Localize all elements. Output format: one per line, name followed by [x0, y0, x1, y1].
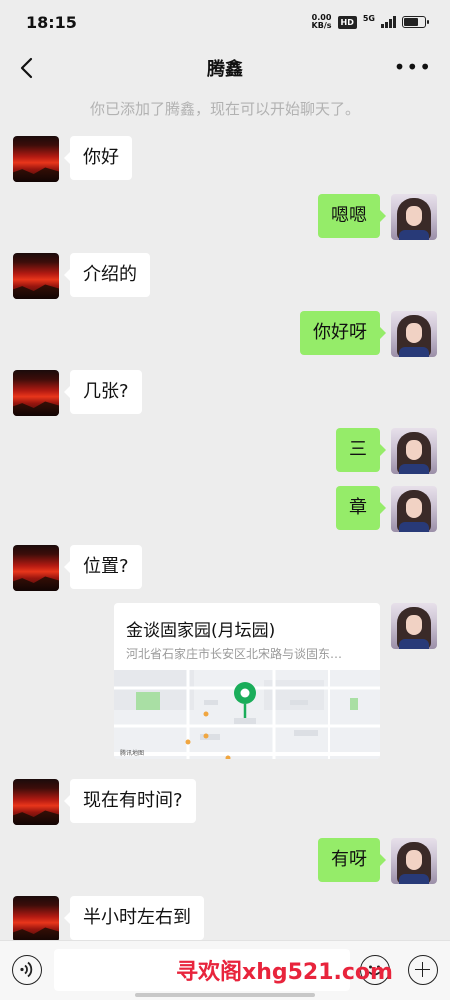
message-bubble[interactable]: 半小时左右到	[64, 896, 204, 940]
map-credit: 腾讯地图	[120, 750, 145, 757]
chat-title: 腾鑫	[207, 59, 243, 80]
my-avatar[interactable]	[391, 194, 437, 240]
more-options-button[interactable]: •••	[394, 57, 432, 77]
my-avatar[interactable]	[391, 428, 437, 474]
message-row: 你好呀	[300, 311, 437, 357]
my-avatar[interactable]	[391, 486, 437, 532]
network-type: 5G	[362, 13, 375, 23]
message-bubble[interactable]: 章	[336, 486, 386, 530]
contact-avatar[interactable]	[13, 136, 59, 182]
system-notice: 你已添加了腾鑫，现在可以开始聊天了。	[89, 100, 360, 118]
message-row: 几张?	[13, 370, 142, 416]
location-address: 河北省石家庄市长安区北宋路与谈固东…	[126, 647, 343, 661]
message-bubble[interactable]: 三	[336, 428, 386, 472]
location-name: 金谈固家园(月坛园)	[126, 621, 276, 641]
chat-header: 腾鑫 •••	[0, 44, 450, 92]
my-avatar[interactable]	[391, 311, 437, 357]
message-bubble[interactable]: 几张?	[64, 370, 142, 414]
message-row: 介绍的	[13, 253, 150, 299]
status-icons: 0.00 KB/s HD 5G	[311, 13, 429, 30]
message-bubble[interactable]: 位置?	[64, 545, 142, 589]
message-row: 三	[336, 428, 437, 474]
home-indicator[interactable]	[135, 993, 315, 997]
voice-button[interactable]	[12, 955, 42, 985]
plus-button[interactable]	[408, 955, 438, 985]
message-bubble[interactable]: 你好	[64, 136, 132, 180]
message-bubble[interactable]: 介绍的	[64, 253, 150, 297]
map-image	[114, 670, 380, 759]
message-row: 半小时左右到	[13, 896, 204, 942]
message-bubble[interactable]: 现在有时间?	[64, 779, 196, 823]
message-row: 嗯嗯	[318, 194, 437, 240]
message-bubble[interactable]: 嗯嗯	[318, 194, 386, 238]
battery-icon	[402, 16, 429, 28]
net-speed: 0.00 KB/s	[311, 13, 332, 30]
my-avatar[interactable]	[391, 603, 437, 649]
message-row: 章	[336, 486, 437, 532]
location-card[interactable]: 金谈固家园(月坛园) 河北省石家庄市长安区北宋路与谈固东… 腾讯地图	[114, 603, 380, 759]
message-row: 金谈固家园(月坛园) 河北省石家庄市长安区北宋路与谈固东… 腾讯地图	[114, 603, 437, 759]
my-avatar[interactable]	[391, 838, 437, 884]
contact-avatar[interactable]	[13, 253, 59, 299]
message-row: 你好	[13, 136, 132, 182]
message-row: 位置?	[13, 545, 142, 591]
status-bar: 18:15 0.00 KB/s HD 5G	[0, 0, 450, 44]
contact-avatar[interactable]	[13, 370, 59, 416]
chevron-left-icon	[20, 57, 33, 79]
contact-avatar[interactable]	[13, 896, 59, 942]
message-bubble[interactable]: 有呀	[318, 838, 386, 882]
back-button[interactable]	[16, 56, 40, 80]
message-row: 有呀	[318, 838, 437, 884]
signal-icon	[381, 16, 396, 28]
contact-avatar[interactable]	[13, 545, 59, 591]
voice-icon	[20, 961, 33, 978]
status-time: 18:15	[26, 12, 77, 32]
watermark: 寻欢阁xhg521.com	[176, 960, 393, 985]
location-map: 腾讯地图	[114, 670, 380, 759]
contact-avatar[interactable]	[13, 779, 59, 825]
message-bubble[interactable]: 你好呀	[300, 311, 386, 355]
hd-badge: HD	[337, 15, 357, 29]
message-row: 现在有时间?	[13, 779, 196, 825]
